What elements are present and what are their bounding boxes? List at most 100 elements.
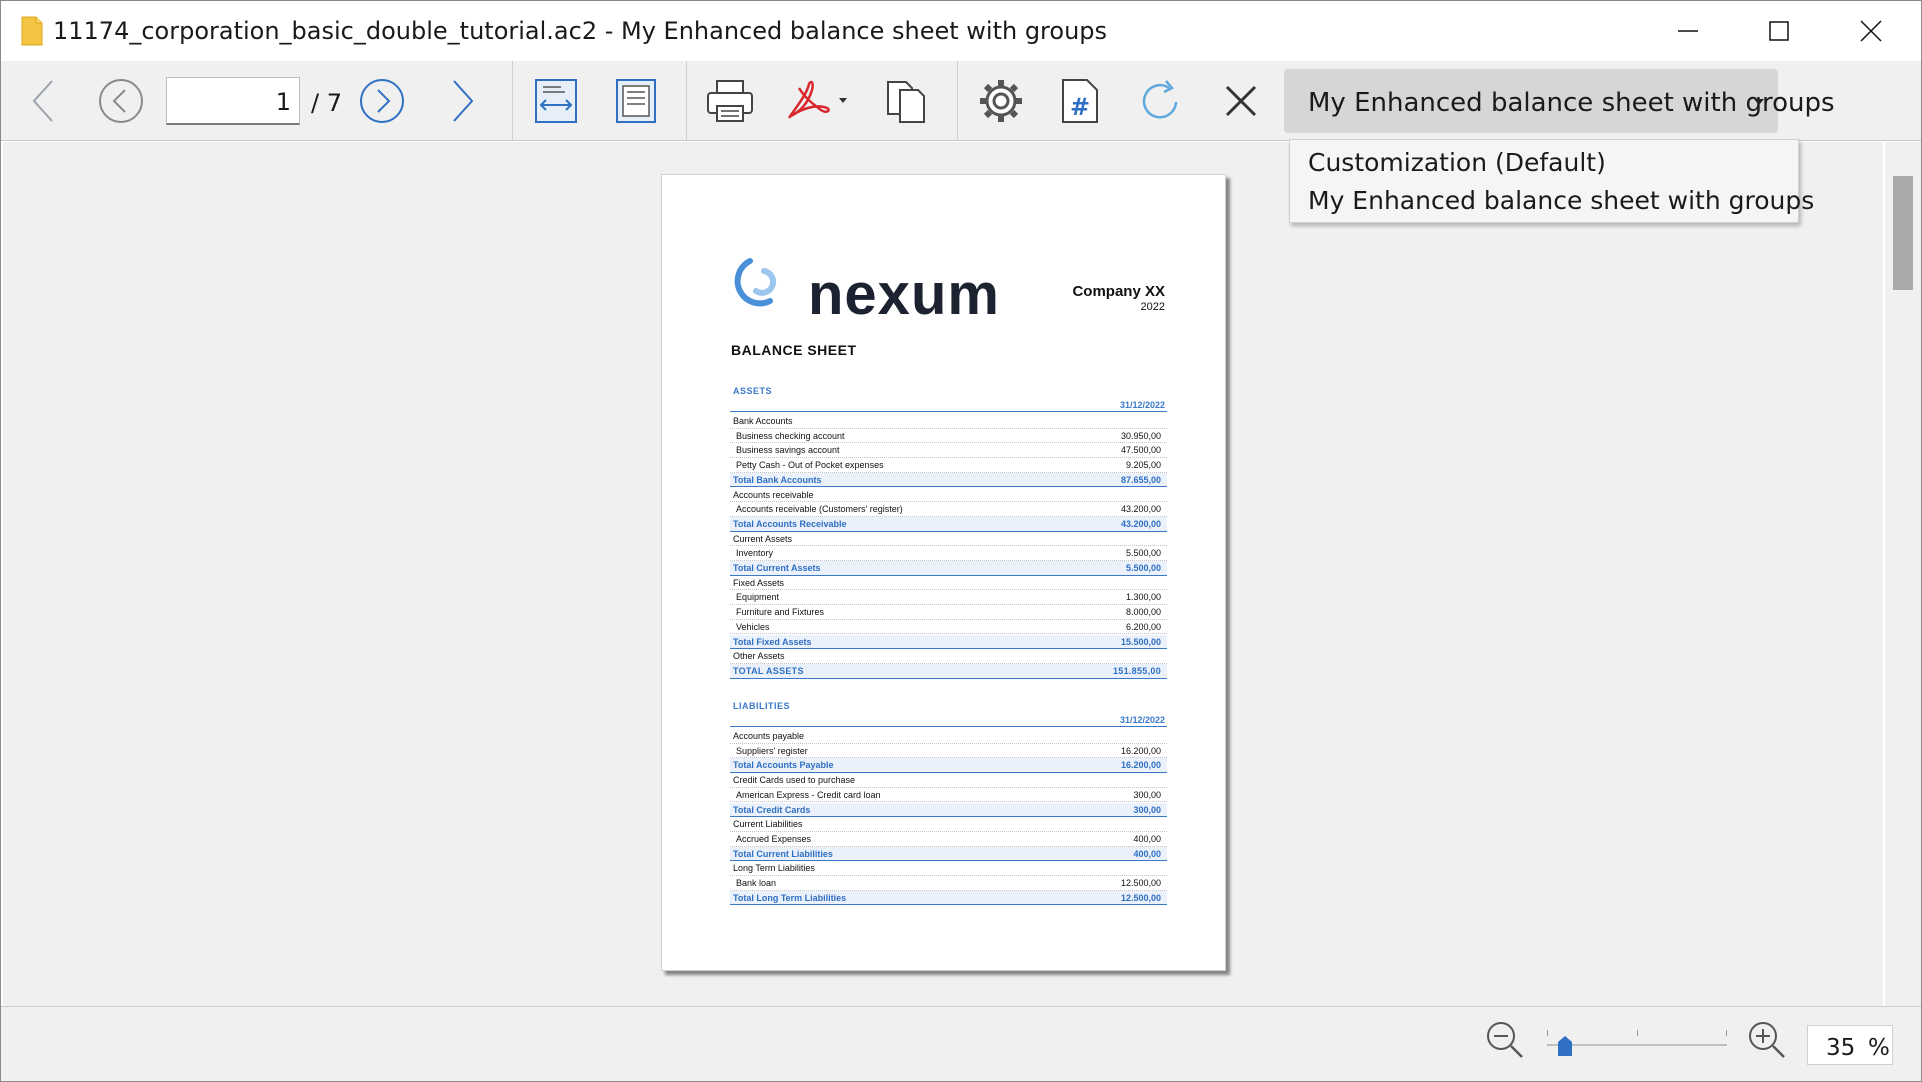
row-label: Accrued Expenses: [736, 833, 812, 844]
copy-icon: [887, 81, 925, 123]
print-preview-toolbar: 1 / 7 # My Enhanced balance sheet with g…: [1, 61, 1921, 141]
zoom-input[interactable]: 35 %: [1807, 1025, 1893, 1065]
row-label: Equipment: [736, 592, 780, 603]
chevron-down-icon: [1754, 99, 1764, 105]
dropdown-item-enhanced[interactable]: My Enhanced balance sheet with groups: [1308, 186, 1814, 215]
row-amount: 6.200,00: [1125, 621, 1161, 632]
row-amount: 151.855,00: [1112, 665, 1161, 676]
liabilities-header-line: [730, 726, 1167, 727]
chevron-left-icon: [32, 80, 53, 122]
row-label: TOTAL ASSETS: [733, 665, 804, 676]
next-page-button[interactable]: [350, 69, 414, 133]
table-row: Vehicles 6.200,00: [730, 620, 1167, 635]
refresh-button[interactable]: [1129, 69, 1193, 133]
row-amount: 16.200,00: [1120, 745, 1161, 756]
page-number-icon: #: [1062, 79, 1098, 123]
close-icon: [1225, 85, 1257, 117]
customization-select[interactable]: My Enhanced balance sheet with groups: [1284, 69, 1835, 133]
table-row: Accrued Expenses 400,00: [730, 832, 1167, 847]
table-row: Petty Cash - Out of Pocket expenses 9.205…: [730, 458, 1167, 473]
page-numbering-button[interactable]: #: [1049, 69, 1113, 133]
row-label: Other Assets: [733, 651, 785, 662]
printer-icon: [707, 80, 753, 122]
last-page-button[interactable]: [431, 69, 495, 133]
report-title: BALANCE SHEET: [731, 342, 857, 358]
zoom-value: 35: [1826, 1035, 1856, 1061]
row-label: Total Fixed Assets: [733, 636, 812, 647]
table-row: Bank Accounts: [730, 414, 1167, 429]
row-label: Bank Accounts: [733, 416, 793, 426]
fit-page-icon: [616, 79, 656, 123]
assets-date: 31/12/2022: [1119, 400, 1165, 410]
minimize-icon: [1678, 30, 1698, 32]
minimize-button[interactable]: [1643, 1, 1733, 61]
refresh-icon: [1142, 80, 1178, 119]
row-label: Accounts receivable: [733, 489, 814, 500]
row-label: Total Bank Accounts: [733, 474, 822, 485]
zoom-in-icon[interactable]: [1747, 1020, 1787, 1060]
pdf-icon: [787, 80, 847, 119]
table-row: Suppliers' register 16.200,00: [730, 744, 1167, 759]
dropdown-item-default[interactable]: Customization (Default): [1308, 148, 1606, 177]
table-row: Furniture and Fixtures 8.000,00: [730, 605, 1167, 620]
toolbar-separator: [686, 61, 687, 141]
vertical-scrollbar[interactable]: [1885, 142, 1921, 1006]
table-row: Credit Cards used to purchase: [730, 773, 1167, 788]
liabilities-heading: LIABILITIES: [733, 701, 790, 711]
settings-button[interactable]: [969, 69, 1033, 133]
first-page-button[interactable]: [11, 69, 75, 133]
zoom-unit: %: [1868, 1035, 1890, 1061]
previous-page-button[interactable]: [89, 69, 153, 133]
window-title: 11174_corporation_basic_double_tutorial.…: [53, 17, 1108, 45]
slider-tick: [1726, 1030, 1727, 1036]
row-amount: 400,00: [1133, 833, 1161, 844]
zoom-out-icon[interactable]: [1485, 1020, 1525, 1060]
zoom-slider-track[interactable]: [1547, 1044, 1727, 1046]
row-amount: 300,00: [1133, 789, 1161, 800]
row-amount: 12.500,00: [1120, 892, 1161, 903]
table-row: TOTAL ASSETS 151.855,00: [730, 663, 1167, 679]
app-window: 11174_corporation_basic_double_tutorial.…: [0, 0, 1922, 1082]
assets-heading: ASSETS: [733, 386, 773, 396]
table-row: Other Assets: [730, 649, 1167, 664]
row-label: Inventory: [736, 548, 774, 559]
row-label: Petty Cash - Out of Pocket expenses: [736, 460, 884, 471]
close-window-button[interactable]: [1826, 1, 1916, 61]
company-name: Company XX: [1072, 283, 1165, 300]
table-row: Total Long Term Liabilities 12.500,00: [730, 890, 1167, 906]
table-row: American Express - Credit card loan 300,0…: [730, 788, 1167, 803]
customization-dropdown: Customization (Default) My Enhanced bala…: [1289, 139, 1814, 223]
maximize-icon: [1769, 21, 1789, 41]
row-label: Total Current Liabilities: [733, 848, 833, 859]
export-pdf-button[interactable]: [783, 69, 847, 133]
table-row: Total Credit Cards 300,00: [730, 802, 1167, 818]
copy-button[interactable]: [875, 69, 939, 133]
fit-page-button[interactable]: [604, 69, 668, 133]
maximize-button[interactable]: [1734, 1, 1824, 61]
table-row: Accounts receivable (Customers' register…: [730, 502, 1167, 517]
table-row: Total Bank Accounts 87.655,00: [730, 472, 1167, 488]
row-amount: 9.205,00: [1125, 460, 1161, 471]
table-row: Total Current Assets 5.500,00: [730, 561, 1167, 576]
row-amount: 43.200,00: [1120, 518, 1161, 529]
circle-arrow-right-icon: [360, 79, 404, 123]
row-label: Business savings account: [736, 445, 840, 456]
circle-arrow-left-icon: [99, 79, 143, 123]
svg-text:#: #: [1070, 93, 1090, 121]
table-row: Accounts payable: [730, 729, 1167, 744]
scrollbar-thumb[interactable]: [1893, 176, 1913, 290]
row-label: Fixed Assets: [733, 577, 785, 588]
row-label: Total Credit Cards: [733, 804, 811, 815]
chevron-right-icon: [453, 80, 474, 122]
report-year: 2022: [1140, 301, 1165, 313]
fit-width-button[interactable]: [524, 69, 588, 133]
row-label: Accounts payable: [733, 731, 805, 741]
close-preview-button[interactable]: [1209, 69, 1273, 133]
table-row: Business savings account 47.500,00: [730, 443, 1167, 459]
gear-icon: [980, 80, 1022, 122]
row-label: Vehicles: [736, 621, 770, 632]
page-number-input[interactable]: 1: [166, 77, 300, 125]
row-label: Total Accounts Payable: [733, 760, 834, 771]
print-button[interactable]: [698, 69, 762, 133]
row-label: Credit Cards used to purchase: [733, 775, 856, 786]
